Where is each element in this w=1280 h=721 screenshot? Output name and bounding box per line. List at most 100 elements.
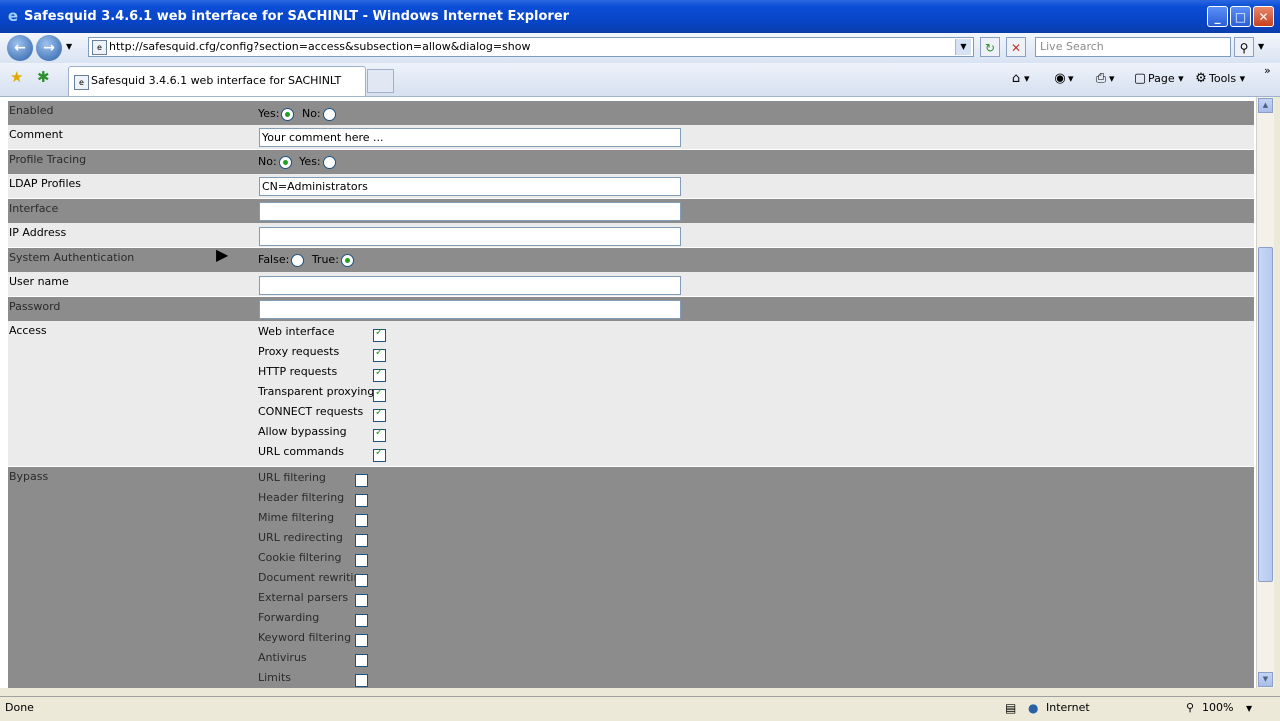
bypass-header-filtering-checkbox[interactable] [355, 494, 368, 507]
search-input[interactable]: Live Search [1035, 37, 1231, 57]
gear-icon: ⚙ [1195, 71, 1207, 86]
page-menu[interactable]: ▢ Page ▾ [1132, 71, 1184, 87]
system-auth-false-radio[interactable] [291, 253, 305, 267]
bypass-item: Forwarding [258, 611, 368, 627]
print-button[interactable]: ⎙ ▾ [1093, 71, 1115, 87]
maximize-button[interactable]: □ [1230, 6, 1251, 27]
bypass-document-rewriting-checkbox[interactable] [355, 574, 368, 587]
home-button[interactable]: ⌂ ▾ [1008, 71, 1030, 87]
access-web-interface-checkbox[interactable] [373, 327, 386, 342]
favorites-star-icon[interactable]: ★ [10, 69, 23, 85]
address-url: http://safesquid.cfg/config?section=acce… [109, 40, 531, 53]
interface-label: Interface [9, 202, 59, 215]
bypass-item: External parsers [258, 591, 368, 607]
access-item-label: HTTP requests [258, 365, 338, 378]
feeds-button[interactable]: ◉ ▾ [1052, 71, 1073, 87]
bypass-forwarding-checkbox[interactable] [355, 614, 368, 627]
ldap-profiles-input[interactable]: CN=Administrators [259, 177, 681, 196]
access-item-label: Proxy requests [258, 345, 340, 358]
back-arrow-icon: ← [14, 40, 26, 56]
user-name-input[interactable] [259, 276, 681, 295]
user-name-label: User name [9, 275, 69, 288]
access-item-label: Web interface [258, 325, 335, 338]
scrollbar-thumb[interactable] [1258, 247, 1273, 582]
bypass-cookie-filtering-checkbox[interactable] [355, 554, 368, 567]
enabled-yes-radio[interactable] [281, 107, 295, 121]
bypass-label: Bypass [9, 470, 49, 483]
system-auth-row: System Authentication False: True: [8, 248, 1254, 272]
mouse-cursor-icon: ▶ [216, 245, 229, 264]
bypass-antivirus-checkbox[interactable] [355, 654, 368, 667]
tab-label: Safesquid 3.4.6.1 web interface for SACH… [91, 74, 342, 87]
profile-tracing-no-radio[interactable] [278, 155, 292, 169]
system-auth-true-label: True: [311, 253, 339, 266]
stop-button[interactable]: ✕ [1006, 37, 1026, 57]
bypass-item-label: Forwarding [258, 611, 320, 624]
address-dropdown-icon[interactable]: ▼ [955, 39, 971, 55]
search-options-icon[interactable]: ▼ [1258, 42, 1264, 51]
globe-icon: ● [1028, 701, 1039, 715]
close-button[interactable]: ✕ [1253, 6, 1274, 27]
zoom-icon[interactable]: ⚲ [1186, 701, 1194, 714]
title-bar: e Safesquid 3.4.6.1 web interface for SA… [0, 0, 1280, 33]
bypass-item-label: URL filtering [258, 471, 326, 484]
bypass-url-filtering-checkbox[interactable] [355, 474, 368, 487]
address-input[interactable]: e http://safesquid.cfg/config?section=ac… [88, 37, 974, 57]
scroll-up-icon[interactable]: ▲ [1258, 98, 1273, 113]
access-item: CONNECT requests [258, 405, 386, 422]
bypass-item-label: Antivirus [258, 651, 307, 664]
comment-row: Comment Your comment here ... [8, 125, 1254, 150]
access-url-commands-checkbox[interactable] [373, 447, 386, 462]
interface-input[interactable] [259, 202, 681, 221]
minimize-button[interactable]: _ [1207, 6, 1228, 27]
add-favorites-icon[interactable]: ✱ [37, 69, 50, 85]
zoom-dropdown-icon[interactable]: ▼ [1246, 704, 1252, 713]
history-dropdown-icon[interactable]: ▼ [66, 42, 72, 51]
comment-input[interactable]: Your comment here ... [259, 128, 681, 147]
more-chevron-icon[interactable]: » [1264, 63, 1271, 79]
tools-menu[interactable]: ⚙ Tools ▾ [1193, 71, 1245, 87]
password-input[interactable] [259, 300, 681, 319]
status-bar: Done ▤ ● Internet ⚲ 100% ▼ [0, 696, 1280, 721]
bypass-item-label: Document rewriting [258, 571, 368, 584]
access-proxy-requests-checkbox[interactable] [373, 347, 386, 362]
access-http-requests-checkbox[interactable] [373, 367, 386, 382]
bypass-url-redirecting-checkbox[interactable] [355, 534, 368, 547]
new-tab-button[interactable] [367, 69, 394, 93]
bypass-item-label: Cookie filtering [258, 551, 342, 564]
password-row: Password [8, 297, 1254, 321]
zoom-level[interactable]: 100% [1202, 701, 1233, 714]
ip-address-input[interactable] [259, 227, 681, 246]
bypass-keyword-filtering-checkbox[interactable] [355, 634, 368, 647]
system-auth-true-radio[interactable] [340, 253, 354, 267]
enabled-no-label: No: [301, 107, 321, 120]
access-item-label: CONNECT requests [258, 405, 364, 418]
access-connect-requests-checkbox[interactable] [373, 407, 386, 422]
bypass-mime-filtering-checkbox[interactable] [355, 514, 368, 527]
zone-label: Internet [1046, 701, 1090, 714]
page-menu-icon: ▢ [1133, 71, 1147, 86]
scroll-down-icon[interactable]: ▼ [1258, 672, 1273, 687]
enabled-no-radio[interactable] [322, 107, 336, 121]
refresh-button[interactable]: ↻ [980, 37, 1000, 57]
rss-icon: ◉ [1054, 71, 1066, 86]
profile-tracing-yes-radio[interactable] [322, 155, 336, 169]
vertical-scrollbar[interactable]: ▲ ▼ [1256, 97, 1274, 688]
access-transparent-proxying-checkbox[interactable] [373, 387, 386, 402]
status-text: Done [5, 701, 34, 714]
profile-tracing-yes-label: Yes: [299, 155, 321, 168]
bypass-limits-checkbox[interactable] [355, 674, 368, 687]
access-item: URL commands [258, 445, 386, 462]
enabled-row: Enabled Yes: No: [8, 101, 1254, 125]
access-item: HTTP requests [258, 365, 386, 382]
bypass-item: URL filtering [258, 471, 368, 487]
system-auth-false-label: False: [258, 253, 290, 266]
forward-button[interactable]: → [36, 35, 62, 61]
access-allow-bypassing-checkbox[interactable] [373, 427, 386, 442]
security-zone-icon: ▤ [1005, 701, 1017, 715]
bypass-external-parsers-checkbox[interactable] [355, 594, 368, 607]
search-button[interactable]: ⚲ [1234, 37, 1254, 57]
tab-safesquid[interactable]: e Safesquid 3.4.6.1 web interface for SA… [68, 66, 366, 96]
interface-row: Interface [8, 199, 1254, 223]
back-button[interactable]: ← [7, 35, 33, 61]
